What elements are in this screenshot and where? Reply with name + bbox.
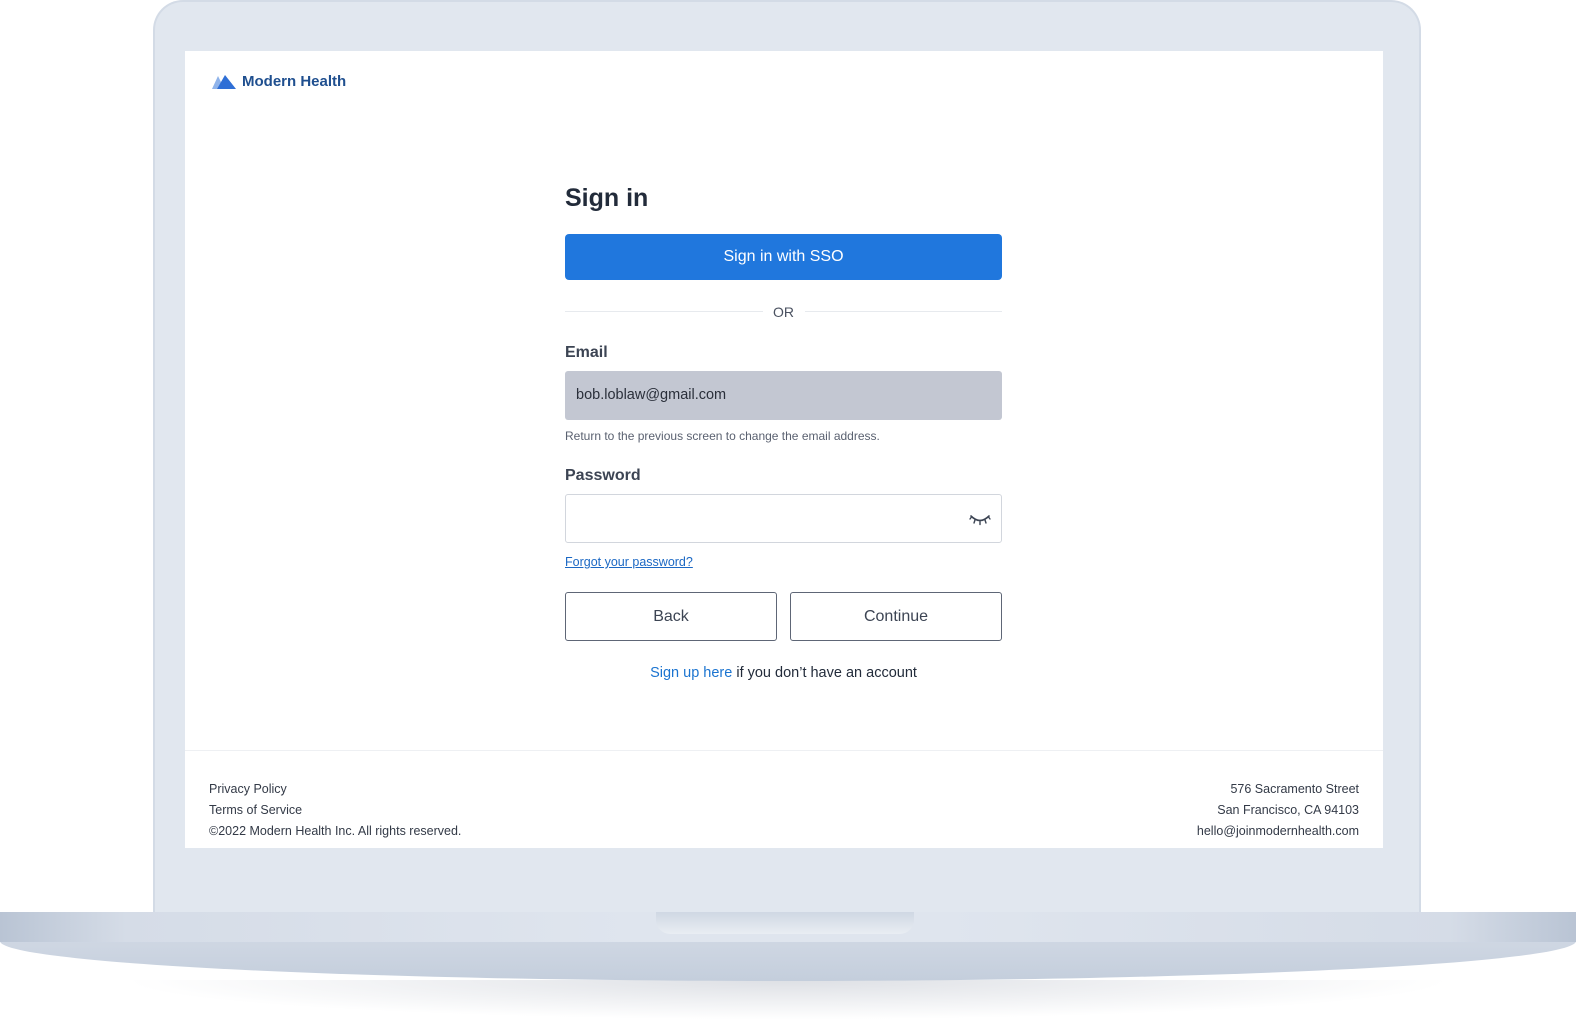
footer-left: Privacy Policy Terms of Service ©2022 Mo… [209,779,461,842]
address-line-1: 576 Sacramento Street [1230,782,1359,796]
laptop-notch [656,912,914,934]
email-help-text: Return to the previous screen to change … [565,429,880,443]
brand-logo[interactable]: Modern Health [212,73,346,90]
terms-of-service-link[interactable]: Terms of Service [209,800,461,821]
email-field: bob.loblaw@gmail.com [565,371,1002,420]
password-input[interactable] [576,495,960,541]
sign-in-form: Sign in Sign in with SSO OR Email bob.lo… [565,179,1002,681]
brand-name: Modern Health [242,73,347,90]
footer-right: 576 Sacramento Street San Francisco, CA … [1197,779,1359,842]
signup-text: if you don’t have an account [732,665,917,681]
password-label: Password [565,467,641,484]
page-footer: Privacy Policy Terms of Service ©2022 Mo… [185,750,1383,848]
email-label: Email [565,344,608,361]
privacy-policy-link[interactable]: Privacy Policy [209,779,461,800]
continue-button[interactable]: Continue [790,592,1002,641]
password-field-container [565,494,1002,543]
back-button[interactable]: Back [565,592,777,641]
copyright-text: ©2022 Modern Health Inc. All rights rese… [209,824,462,838]
signup-link[interactable]: Sign up here [650,665,732,681]
sso-sign-in-button[interactable]: Sign in with SSO [565,234,1002,280]
laptop-mockup: Modern Health Sign in Sign in with SSO O… [0,0,1576,1029]
or-divider: OR [565,303,1002,321]
laptop-shadow [120,980,1456,1020]
laptop-base [0,941,1576,981]
page-title: Sign in [565,184,649,212]
mountain-logo-icon [212,74,236,89]
laptop-screen: Modern Health Sign in Sign in with SSO O… [185,51,1383,848]
signup-prompt: Sign up here if you don’t have an accoun… [565,665,1002,681]
divider-text: OR [773,304,794,320]
address-line-2: San Francisco, CA 94103 [1217,803,1359,817]
forgot-password-link[interactable]: Forgot your password? [565,555,693,569]
eye-closed-icon[interactable] [969,512,991,526]
contact-email-link[interactable]: hello@joinmodernhealth.com [1197,821,1359,842]
